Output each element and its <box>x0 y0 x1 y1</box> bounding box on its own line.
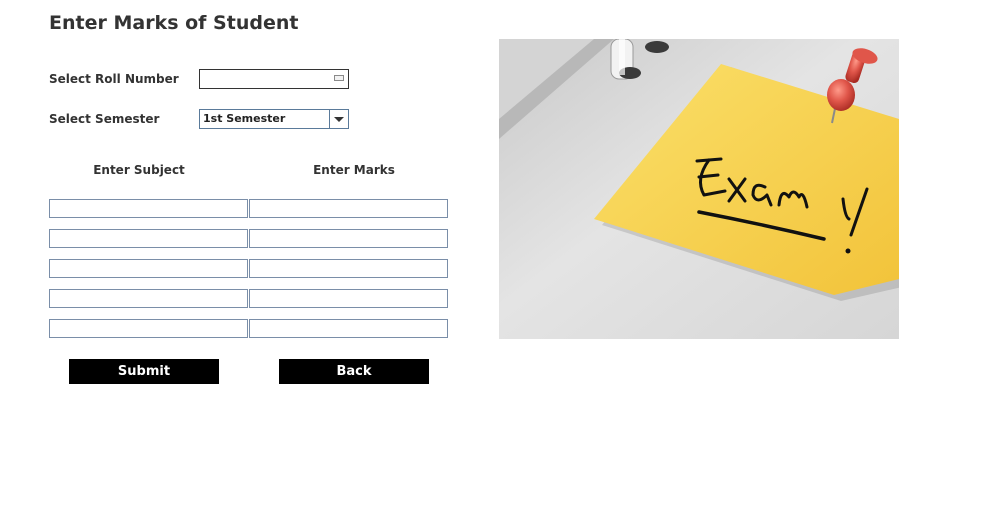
semester-label: Select Semester <box>49 112 160 126</box>
roll-number-select[interactable] <box>199 69 349 89</box>
subject-input-2[interactable] <box>49 229 248 248</box>
subject-input-5[interactable] <box>49 319 248 338</box>
marks-column-header: Enter Marks <box>313 163 395 177</box>
subject-input-1[interactable] <box>49 199 248 218</box>
page-title: Enter Marks of Student <box>49 12 299 34</box>
dropdown-icon[interactable] <box>334 75 344 81</box>
exam-illustration <box>499 39 899 339</box>
marks-input-1[interactable] <box>249 199 448 218</box>
semester-value: 1st Semester <box>203 112 286 125</box>
chevron-down-icon <box>334 117 344 122</box>
marks-input-3[interactable] <box>249 259 448 278</box>
marks-input-4[interactable] <box>249 289 448 308</box>
roll-number-label: Select Roll Number <box>49 72 179 86</box>
subject-input-4[interactable] <box>49 289 248 308</box>
subject-column-header: Enter Subject <box>93 163 185 177</box>
semester-select[interactable]: 1st Semester <box>199 109 349 129</box>
semester-dropdown-button[interactable] <box>329 110 348 128</box>
back-button[interactable]: Back <box>279 359 429 384</box>
submit-button[interactable]: Submit <box>69 359 219 384</box>
enter-marks-page: Enter Marks of Student Select Roll Numbe… <box>0 0 1006 519</box>
exam-sticky-note-image <box>499 39 899 339</box>
subject-input-3[interactable] <box>49 259 248 278</box>
marks-input-2[interactable] <box>249 229 448 248</box>
marks-input-5[interactable] <box>249 319 448 338</box>
